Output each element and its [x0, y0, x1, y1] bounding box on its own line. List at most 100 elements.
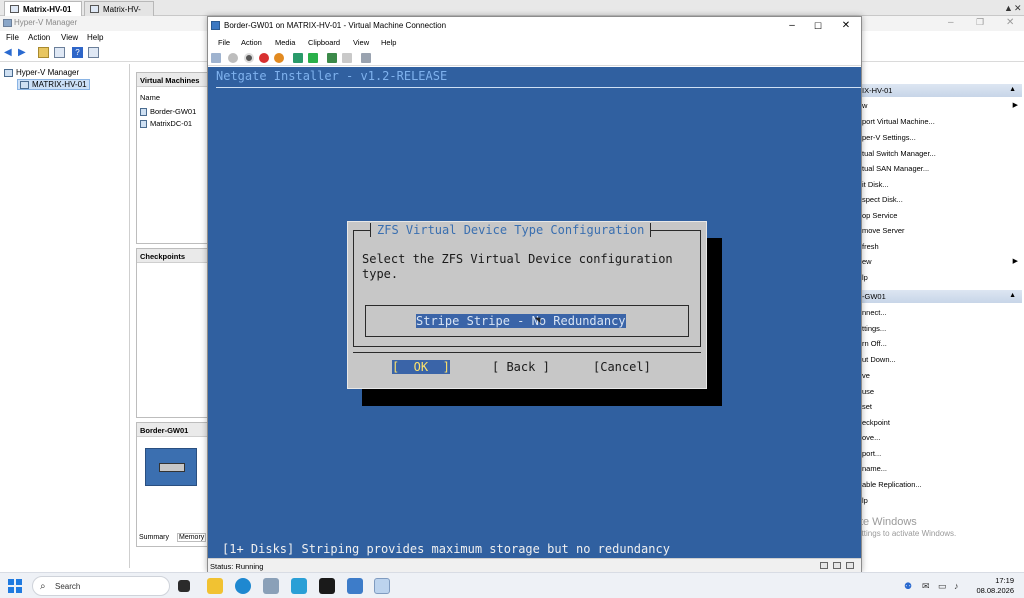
revert-icon[interactable]: [342, 53, 352, 63]
close-icon[interactable]: ✕: [834, 19, 858, 33]
action-item[interactable]: lp: [862, 496, 868, 505]
back-button[interactable]: [ Back ]: [492, 360, 550, 374]
menu-view[interactable]: View: [353, 38, 369, 47]
menu-action[interactable]: Action: [28, 33, 50, 42]
tree-server-node[interactable]: MATRIX-HV-01: [17, 79, 90, 90]
action-item[interactable]: per-V Settings...: [862, 133, 916, 142]
thumbnail-dialog: [159, 463, 185, 472]
menu-clipboard[interactable]: Clipboard: [308, 38, 340, 47]
maximize-icon[interactable]: ☐: [806, 19, 830, 33]
menu-help[interactable]: Help: [381, 38, 396, 47]
show-hide-pane-icon[interactable]: [88, 47, 99, 58]
save-state-icon[interactable]: [274, 53, 284, 63]
resume-icon[interactable]: [308, 53, 318, 63]
action-item[interactable]: lp: [862, 273, 868, 282]
action-item[interactable]: port Virtual Machine...: [862, 117, 935, 126]
network-icon[interactable]: ▭: [938, 581, 947, 592]
people-icon[interactable]: ⚉: [904, 581, 912, 592]
actions-vm-header[interactable]: -GW01 ▲: [862, 290, 1022, 303]
action-item[interactable]: op Service: [862, 211, 897, 220]
tab-matrix-hv-02[interactable]: Matrix-HV-02: [84, 1, 154, 29]
minimize-icon[interactable]: –: [948, 17, 954, 28]
action-item[interactable]: tual SAN Manager...: [862, 164, 929, 173]
tab-matrix-hv-01[interactable]: Matrix-HV-01: [4, 1, 82, 16]
keyboard-icon: [820, 562, 828, 569]
chat-icon[interactable]: ✉: [922, 581, 930, 592]
file-explorer-icon[interactable]: [207, 578, 223, 594]
shutdown-icon[interactable]: [259, 53, 269, 63]
menu-file[interactable]: File: [6, 33, 19, 42]
volume-icon[interactable]: ♪: [954, 581, 959, 591]
restore-icon[interactable]: ❐: [976, 17, 984, 28]
folder-icon[interactable]: [38, 47, 49, 58]
start-icon[interactable]: [228, 53, 238, 63]
terminal-icon[interactable]: [319, 578, 335, 594]
vm-row[interactable]: Border-GW01: [140, 107, 196, 117]
ok-button[interactable]: [ OK ]: [392, 360, 450, 374]
server-icon: [10, 5, 19, 13]
task-view-icon[interactable]: [178, 580, 190, 592]
console-icon[interactable]: [54, 47, 65, 58]
close-icon[interactable]: ✕: [1006, 17, 1014, 28]
action-item[interactable]: use: [862, 387, 874, 396]
turn-off-icon[interactable]: [244, 53, 254, 63]
menu-media[interactable]: Media: [275, 38, 295, 47]
menu-view[interactable]: View: [61, 33, 78, 42]
remote-desktop-icon[interactable]: [347, 578, 363, 594]
action-item[interactable]: tual Switch Manager...: [862, 149, 936, 158]
server-manager-icon[interactable]: [263, 578, 279, 594]
action-item[interactable]: w: [862, 101, 867, 110]
action-item[interactable]: ove...: [862, 433, 880, 442]
column-header-name[interactable]: Name: [140, 93, 160, 102]
action-item[interactable]: eckpoint: [862, 418, 890, 427]
action-item[interactable]: fresh: [862, 242, 879, 251]
tab-memory[interactable]: Memory: [177, 533, 207, 542]
action-item[interactable]: move Server: [862, 226, 905, 235]
action-item[interactable]: ut Down...: [862, 355, 896, 364]
tree-root-hyperv-manager[interactable]: Hyper-V Manager: [4, 68, 79, 77]
action-item[interactable]: nnect...: [862, 308, 887, 317]
taskbar-clock[interactable]: 17:19 08.08.2026: [974, 576, 1014, 596]
cancel-button[interactable]: [Cancel]: [593, 360, 651, 374]
vm-thumbnail[interactable]: [145, 448, 197, 486]
pause-icon[interactable]: [293, 53, 303, 63]
installer-footer-hint: [1+ Disks] Striping provides maximum sto…: [222, 542, 670, 556]
action-item[interactable]: port...: [862, 449, 881, 458]
tab-summary[interactable]: Summary: [139, 534, 169, 541]
chevron-up-icon[interactable]: ▲: [1004, 1, 1013, 15]
checkpoint-icon[interactable]: [327, 53, 337, 63]
back-arrow-icon[interactable]: ◀: [4, 47, 15, 58]
minimize-icon[interactable]: –: [780, 19, 804, 33]
details-pane: Border-GW01 Summary Memory: [136, 422, 208, 547]
vm-connection-taskbar-icon[interactable]: [374, 578, 390, 594]
ctrl-alt-del-icon[interactable]: [211, 53, 221, 63]
action-item[interactable]: able Replication...: [862, 480, 922, 489]
forward-arrow-icon[interactable]: ▶: [18, 47, 29, 58]
search-label: Search: [55, 582, 81, 591]
action-item[interactable]: spect Disk...: [862, 195, 903, 204]
action-item[interactable]: ew: [862, 257, 872, 266]
clock-time: 17:19: [995, 576, 1014, 585]
list-item-stripe[interactable]: Stripe Stripe - No Redundancy: [416, 314, 626, 328]
action-item[interactable]: ve: [862, 371, 870, 380]
vm-connection-window: Border-GW01 on MATRIX-HV-01 - Virtual Ma…: [207, 16, 862, 572]
action-item[interactable]: name...: [862, 464, 887, 473]
start-button[interactable]: [8, 579, 22, 593]
guest-console-screen[interactable]: Netgate Installer - v1.2-RELEASE ZFS Vir…: [208, 67, 861, 558]
action-item[interactable]: ttings...: [862, 324, 886, 333]
vm-row[interactable]: MatrixDC-01: [140, 119, 192, 129]
close-icon[interactable]: ✕: [1014, 1, 1022, 15]
taskbar-search[interactable]: ⌕ Search: [32, 576, 170, 596]
help-icon[interactable]: ?: [72, 47, 83, 58]
action-item[interactable]: set: [862, 402, 872, 411]
enhanced-session-icon[interactable]: [361, 53, 371, 63]
action-item[interactable]: it Disk...: [862, 180, 889, 189]
menu-action[interactable]: Action: [241, 38, 262, 47]
menu-file[interactable]: File: [218, 38, 230, 47]
action-item[interactable]: rn Off...: [862, 339, 887, 348]
actions-server-header[interactable]: IX-HV-01 ▲: [862, 84, 1022, 97]
store-icon[interactable]: [291, 578, 307, 594]
vdev-type-list[interactable]: Stripe Stripe - No Redundancy: [365, 305, 689, 337]
menu-help[interactable]: Help: [87, 33, 103, 42]
edge-icon[interactable]: [235, 578, 251, 594]
